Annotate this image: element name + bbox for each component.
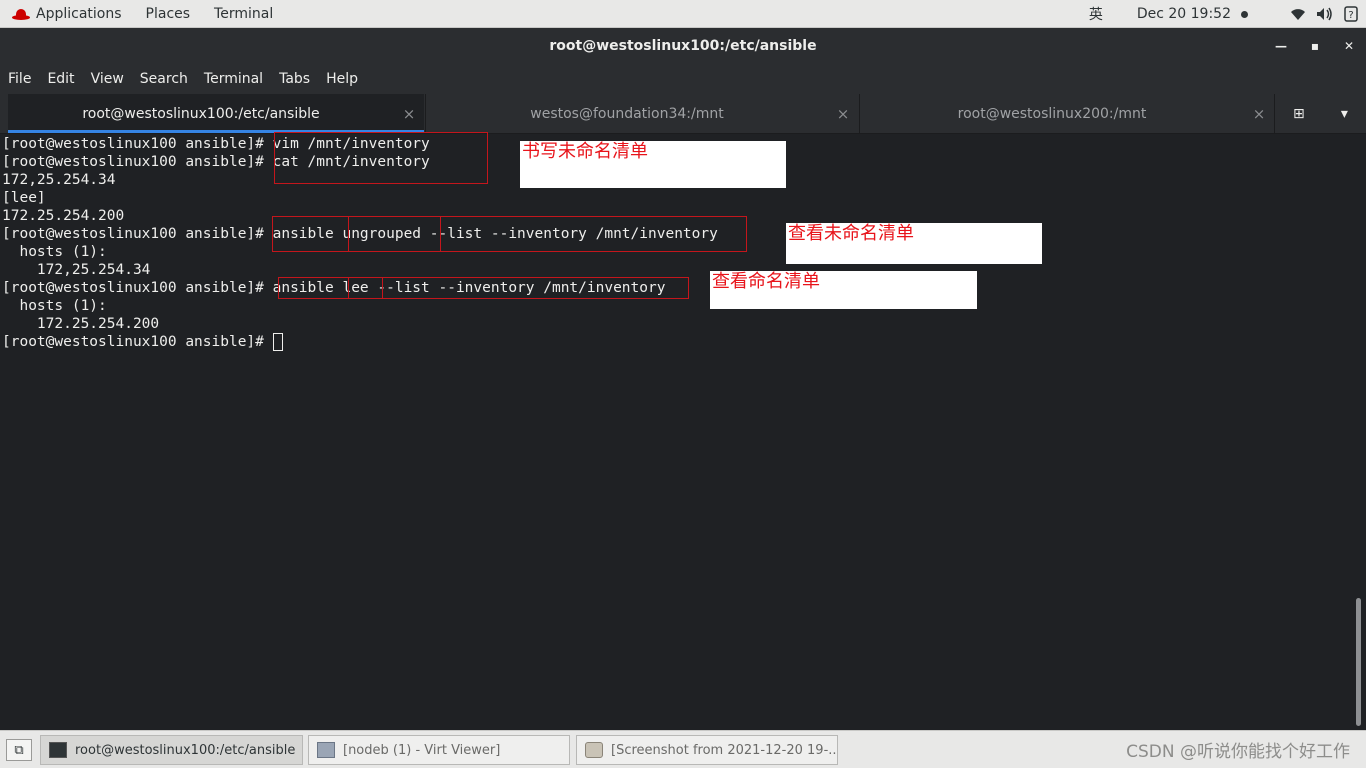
- annotation-note-view-named: 查看命名清单: [710, 271, 977, 309]
- terminal-icon: [49, 742, 67, 758]
- terminal-output[interactable]: [root@westoslinux100 ansible]# vim /mnt/…: [0, 132, 1354, 730]
- applications-menu[interactable]: Applications: [0, 0, 134, 27]
- task-virt-viewer[interactable]: [nodeb (1) - Virt Viewer]: [308, 735, 570, 765]
- tab-westoslinux200[interactable]: root@westoslinux200:/mnt ×: [859, 94, 1274, 133]
- window-titlebar[interactable]: root@westoslinux100:/etc/ansible — ▪ ✕: [0, 28, 1366, 64]
- terminal-scrollbar[interactable]: [1352, 134, 1364, 730]
- workspace-switcher-icon[interactable]: ⧉: [6, 739, 32, 761]
- menu-bar: File Edit View Search Terminal Tabs Help: [0, 64, 1366, 94]
- task-label: [nodeb (1) - Virt Viewer]: [343, 742, 501, 758]
- top-bar: Applications Places Terminal 英 Dec 20 19…: [0, 0, 1366, 28]
- applications-label: Applications: [36, 5, 122, 22]
- tab-close-icon[interactable]: ×: [394, 105, 424, 123]
- task-label: [Screenshot from 2021-12-20 19-...: [611, 742, 838, 758]
- taskbar: ⧉ root@westoslinux100:/etc/ansible [node…: [0, 730, 1366, 768]
- tab-label: root@westoslinux100:/etc/ansible: [82, 105, 320, 122]
- tab-bar: root@westoslinux100:/etc/ansible × westo…: [0, 94, 1366, 134]
- terminal-line: [lee]: [2, 190, 46, 206]
- svg-text:?: ?: [1348, 10, 1353, 21]
- menu-edit[interactable]: Edit: [39, 71, 82, 87]
- task-label: root@westoslinux100:/etc/ansible: [75, 742, 296, 758]
- highlight-box-vim-cat: [274, 132, 488, 184]
- system-menu[interactable]: ?: [1282, 0, 1366, 28]
- tab-westoslinux100[interactable]: root@westoslinux100:/etc/ansible ×: [8, 94, 424, 133]
- highlight-box-ungrouped-command: [272, 216, 747, 252]
- menu-view[interactable]: View: [83, 71, 132, 87]
- menu-tabs[interactable]: Tabs: [271, 71, 318, 87]
- annotation-note-view-ungrouped: 查看未命名清单: [786, 223, 1042, 264]
- volume-icon: [1317, 7, 1332, 21]
- tab-menu-icon[interactable]: ▾: [1341, 106, 1348, 122]
- tab-close-icon[interactable]: ×: [828, 105, 858, 123]
- scrollbar-thumb[interactable]: [1356, 598, 1361, 726]
- terminal-line: hosts (1):: [2, 298, 107, 314]
- menu-search[interactable]: Search: [132, 71, 196, 87]
- menu-file[interactable]: File: [0, 71, 39, 87]
- terminal-app-menu[interactable]: Terminal: [202, 0, 285, 27]
- minimize-button[interactable]: —: [1264, 28, 1298, 64]
- highlight-box-lee-word: [348, 277, 383, 299]
- tab-close-icon[interactable]: ×: [1244, 105, 1274, 123]
- redhat-icon: [12, 8, 30, 20]
- tab-label: westos@foundation34:/mnt: [530, 105, 724, 122]
- maximize-button[interactable]: ▪: [1298, 28, 1332, 64]
- notification-dot-icon: [1241, 10, 1248, 18]
- terminal-cursor: [272, 333, 283, 351]
- terminal-line: 172.25.254.200: [2, 316, 160, 332]
- wifi-icon: [1291, 9, 1305, 20]
- image-viewer-icon: [585, 742, 603, 758]
- annotation-note-write-inventory: 书写未命名清单: [520, 141, 786, 188]
- places-menu[interactable]: Places: [134, 0, 203, 27]
- csdn-watermark: CSDN @听说你能找个好工作: [1126, 742, 1350, 762]
- tab-label: root@westoslinux200:/mnt: [957, 105, 1147, 122]
- highlight-box-ungrouped-word: [348, 216, 441, 252]
- new-tab-icon[interactable]: ⊞: [1293, 106, 1305, 122]
- input-method-indicator[interactable]: 英: [1081, 0, 1111, 28]
- terminal-prompt-line: [root@westoslinux100 ansible]#: [2, 333, 1354, 351]
- task-screenshot-viewer[interactable]: [Screenshot from 2021-12-20 19-...: [576, 735, 838, 765]
- menu-help[interactable]: Help: [318, 71, 366, 87]
- menu-terminal[interactable]: Terminal: [196, 71, 271, 87]
- power-icon: ?: [1344, 6, 1358, 22]
- close-button[interactable]: ✕: [1332, 28, 1366, 64]
- clock[interactable]: Dec 20 19:52: [1129, 0, 1256, 28]
- task-terminal[interactable]: root@westoslinux100:/etc/ansible: [40, 735, 303, 765]
- highlight-box-lee-command: [278, 277, 689, 299]
- clock-label: Dec 20 19:52: [1136, 6, 1231, 22]
- virt-viewer-icon: [317, 742, 335, 758]
- window-title: root@westoslinux100:/etc/ansible: [549, 38, 817, 54]
- tab-foundation34[interactable]: westos@foundation34:/mnt ×: [425, 94, 858, 133]
- terminal-prompt: [root@westoslinux100 ansible]#: [2, 334, 273, 350]
